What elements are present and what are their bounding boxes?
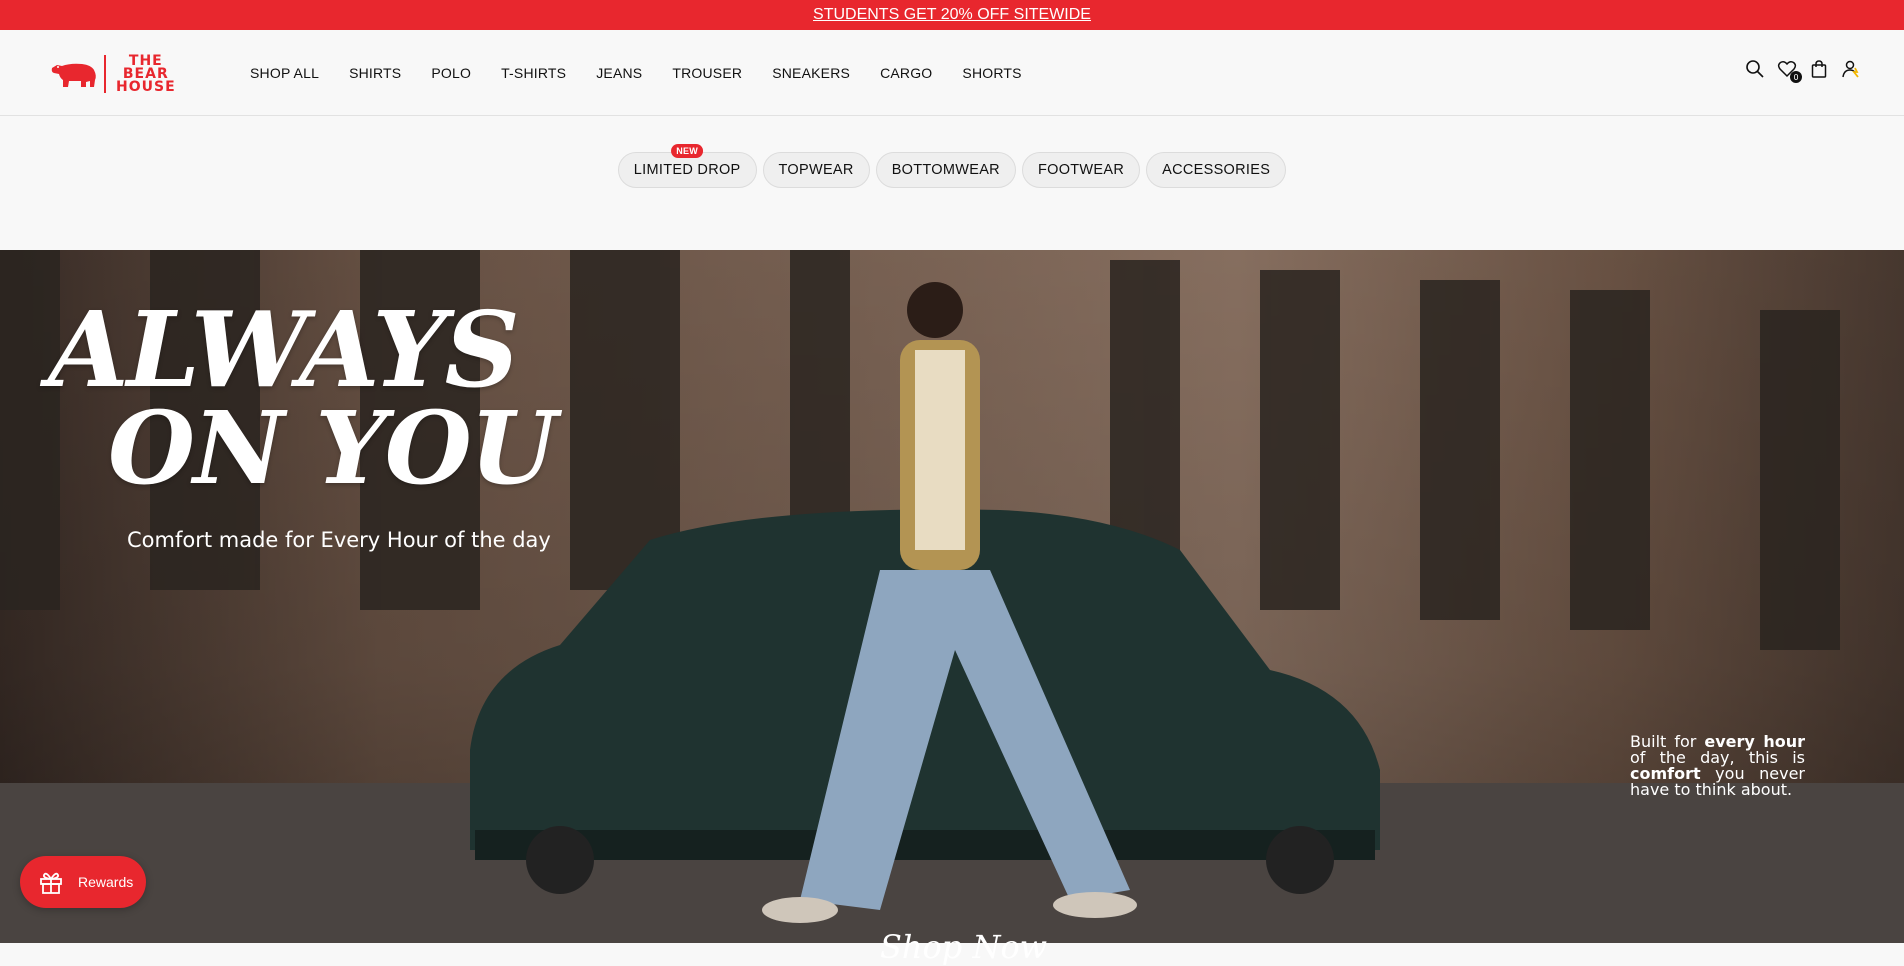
announcement-link[interactable]: STUDENTS GET 20% OFF SITEWIDE (813, 6, 1091, 24)
category-footwear[interactable]: FOOTWEAR (1021, 152, 1141, 188)
category-bottomwear[interactable]: BOTTOMWEAR (875, 152, 1016, 188)
header-actions: 0 (1734, 58, 1862, 83)
brand-logo[interactable]: THE BEAR HOUSE (48, 54, 183, 94)
category-label: ACCESSORIES (1162, 162, 1271, 178)
user-icon (1842, 60, 1859, 78)
hero-side-note: Built for every hour of the day, this is… (1630, 734, 1805, 798)
hero-tagline: Comfort made for Every Hour of the day (127, 528, 551, 552)
site-header: THE BEAR HOUSE SHOP ALL SHIRTS POLO T-SH… (0, 30, 1904, 116)
shopping-bag-icon (1811, 60, 1827, 78)
nav-shirts[interactable]: SHIRTS (349, 65, 401, 81)
logo-divider (104, 55, 106, 93)
cart-button[interactable] (1808, 58, 1830, 80)
hero-headline-line-2: ON YOU (108, 389, 557, 507)
nav-shorts[interactable]: SHORTS (962, 65, 1021, 81)
brand-word-3: HOUSE (116, 78, 176, 95)
category-label: TOPWEAR (778, 162, 854, 178)
rewards-label: Rewards (78, 874, 134, 890)
category-label: LIMITED DROP (633, 162, 741, 178)
hero-headline-line-1: ALWAYS (48, 288, 520, 411)
nav-sneakers[interactable]: SNEAKERS (772, 65, 850, 81)
gift-icon (40, 872, 62, 894)
category-accessories[interactable]: ACCESSORIES (1146, 152, 1287, 188)
category-label: FOOTWEAR (1037, 162, 1125, 178)
wishlist-count-badge: 0 (1790, 71, 1802, 83)
nav-polo[interactable]: POLO (431, 65, 471, 81)
bear-logo-icon (51, 63, 96, 87)
shop-now-cta[interactable]: Shop Now (880, 928, 1047, 966)
search-button[interactable] (1744, 58, 1766, 80)
wishlist-button[interactable]: 0 (1776, 58, 1802, 83)
account-button[interactable] (1840, 58, 1862, 80)
rewards-button[interactable]: Rewards (20, 856, 146, 908)
category-pills: NEW LIMITED DROP TOPWEAR BOTTOMWEAR FOOT… (0, 116, 1904, 250)
hero-headline: ALWAYS ON YOU (48, 288, 588, 507)
search-icon (1746, 60, 1764, 78)
category-limited-drop[interactable]: NEW LIMITED DROP (617, 144, 757, 188)
hero-banner[interactable]: ALWAYS ON YOU Comfort made for Every Hou… (0, 250, 1904, 943)
nav-shop-all[interactable]: SHOP ALL (250, 65, 319, 81)
nav-cargo[interactable]: CARGO (880, 65, 932, 81)
nav-trouser[interactable]: TROUSER (672, 65, 742, 81)
announcement-bar: STUDENTS GET 20% OFF SITEWIDE (0, 0, 1904, 30)
brand-wordmark: THE BEAR HOUSE (116, 54, 176, 95)
nav-t-shirts[interactable]: T-SHIRTS (501, 65, 566, 81)
category-topwear[interactable]: TOPWEAR (762, 152, 870, 188)
category-label: BOTTOMWEAR (891, 162, 1000, 178)
new-badge: NEW (671, 144, 704, 158)
nav-jeans[interactable]: JEANS (596, 65, 642, 81)
main-nav: SHOP ALL SHIRTS POLO T-SHIRTS JEANS TROU… (250, 30, 1052, 116)
